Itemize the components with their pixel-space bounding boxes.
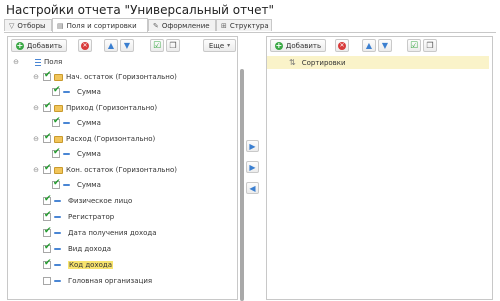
filter-icon: ▽ (9, 21, 15, 30)
copy-icon: ❐ (169, 41, 177, 50)
fields-tree: ⊖ Поля ⊖ Нач. остаток (Горизонтально) Су… (8, 55, 237, 301)
check-all-icon: ☑ (409, 40, 419, 51)
checkbox[interactable] (43, 210, 52, 221)
arrow-up-icon: ▲ (107, 41, 115, 50)
tab-filters[interactable]: ▽ Отборы (4, 19, 52, 31)
fields-panel: + Добавить ✕ ▲ ▼ ☑ ❐ Еще ▾ ⊖ Поля ⊖ Нач.… (7, 36, 244, 301)
folder-icon (54, 73, 63, 81)
move-down-button[interactable]: ▼ (120, 39, 134, 52)
more-button[interactable]: Еще ▾ (203, 39, 236, 52)
field-icon (54, 216, 61, 218)
checkbox[interactable] (43, 242, 52, 253)
arrow-right-icon: ▶ (249, 162, 256, 172)
checkbox[interactable] (43, 70, 52, 81)
field-icon (63, 153, 70, 155)
tree-item-sum[interactable]: Сумма (52, 147, 101, 161)
uncheck-all-button[interactable]: ❐ (166, 39, 180, 52)
vertical-scrollbar[interactable] (239, 55, 245, 301)
arrow-down-icon: ▼ (123, 41, 131, 50)
move-up-button[interactable]: ▲ (104, 39, 118, 52)
tree-item-individual[interactable]: Физическое лицо (43, 194, 132, 208)
sort-move-down-button[interactable]: ▼ (378, 39, 392, 52)
field-icon (63, 184, 70, 186)
folder-icon (54, 104, 63, 112)
collapse-toggle[interactable]: ⊖ (32, 166, 40, 174)
tree-item-income-code[interactable]: Код дохода (43, 258, 113, 272)
checkbox[interactable] (43, 277, 51, 285)
checkbox[interactable] (52, 116, 61, 127)
move-left-button[interactable]: ◀ (246, 182, 259, 194)
sort-check-all-button[interactable]: ☑ (407, 39, 421, 52)
field-icon (54, 232, 61, 234)
delete-field-button[interactable]: ✕ (78, 39, 92, 52)
copy-icon: ❐ (426, 41, 434, 50)
arrow-down-icon: ▼ (381, 41, 389, 50)
tree-item-expense[interactable]: ⊖ Расход (Горизонтально) (32, 132, 155, 146)
delete-icon: ✕ (338, 41, 346, 50)
field-icon (54, 264, 61, 266)
collapse-toggle[interactable]: ⊖ (32, 73, 40, 81)
tree-item-income-type[interactable]: Вид дохода (43, 242, 111, 256)
sorting-panel: + Добавить ✕ ▲ ▼ ☑ ❐ ⇅ Сортировки (266, 36, 493, 300)
chevron-down-icon: ▾ (227, 42, 231, 49)
sort-uncheck-all-button[interactable]: ❐ (423, 39, 437, 52)
checkbox[interactable] (43, 132, 52, 143)
sort-icon: ⇅ (289, 58, 296, 67)
check-all-icon: ☑ (152, 40, 162, 51)
tab-structure[interactable]: ⊞ Структура (216, 19, 272, 31)
tab-bar: ▽ Отборы ▤ Поля и сортировки ✎ Оформлени… (4, 18, 496, 33)
collapse-toggle[interactable]: ⊖ (12, 58, 20, 66)
tree-item-end-balance[interactable]: ⊖ Кон. остаток (Горизонтально) (32, 163, 177, 177)
window-title: Настройки отчета "Универсальный отчет" (6, 3, 275, 17)
checkbox[interactable] (52, 178, 61, 189)
tree-item-sum[interactable]: Сумма (52, 116, 101, 130)
fields-list-icon (35, 58, 41, 66)
tab-fields-and-sorting[interactable]: ▤ Поля и сортировки (52, 18, 148, 32)
field-icon (63, 91, 70, 93)
delete-icon: ✕ (81, 41, 89, 50)
structure-icon: ⊞ (221, 21, 227, 30)
folder-icon (54, 166, 63, 174)
tree-item-head-organization[interactable]: Головная организация (43, 274, 152, 288)
checkbox[interactable] (43, 226, 52, 237)
tab-design[interactable]: ✎ Оформление (148, 19, 216, 31)
checkbox[interactable] (52, 85, 61, 96)
tree-root[interactable]: ⊖ Поля (12, 55, 62, 69)
arrow-right-icon: ▶ (249, 141, 256, 151)
add-field-button[interactable]: + Добавить (11, 39, 67, 52)
move-all-right-button[interactable]: ▶ (246, 161, 259, 173)
field-icon (63, 122, 70, 124)
checkbox[interactable] (43, 163, 52, 174)
arrow-up-icon: ▲ (365, 41, 373, 50)
tree-item-income[interactable]: ⊖ Приход (Горизонтально) (32, 101, 157, 115)
checkbox[interactable] (43, 258, 52, 269)
checkbox[interactable] (43, 101, 52, 112)
sort-list-item[interactable]: ⇅ Сортировки (267, 56, 489, 69)
scrollbar-thumb[interactable] (240, 69, 244, 301)
plus-icon: + (274, 40, 283, 50)
tree-item-registrar[interactable]: Регистратор (43, 210, 114, 224)
field-icon (54, 200, 61, 202)
check-all-button[interactable]: ☑ (150, 39, 164, 52)
sort-move-up-button[interactable]: ▲ (362, 39, 376, 52)
tree-item-start-balance[interactable]: ⊖ Нач. остаток (Горизонтально) (32, 70, 177, 84)
arrow-left-icon: ◀ (249, 183, 256, 193)
plus-icon: + (15, 40, 24, 50)
checkbox[interactable] (52, 147, 61, 158)
delete-sort-button[interactable]: ✕ (335, 39, 349, 52)
collapse-toggle[interactable]: ⊖ (32, 135, 40, 143)
tree-item-sum[interactable]: Сумма (52, 178, 101, 192)
move-right-button[interactable]: ▶ (246, 140, 259, 152)
checkbox[interactable] (43, 194, 52, 205)
collapse-toggle[interactable]: ⊖ (32, 104, 40, 112)
field-icon (54, 248, 61, 250)
add-sort-button[interactable]: + Добавить (270, 39, 326, 52)
tree-item-sum[interactable]: Сумма (52, 85, 101, 99)
folder-icon (54, 135, 63, 143)
fields-icon: ▤ (57, 21, 64, 30)
tree-item-income-date[interactable]: Дата получения дохода (43, 226, 157, 240)
field-icon (54, 280, 61, 282)
brush-icon: ✎ (153, 21, 159, 30)
